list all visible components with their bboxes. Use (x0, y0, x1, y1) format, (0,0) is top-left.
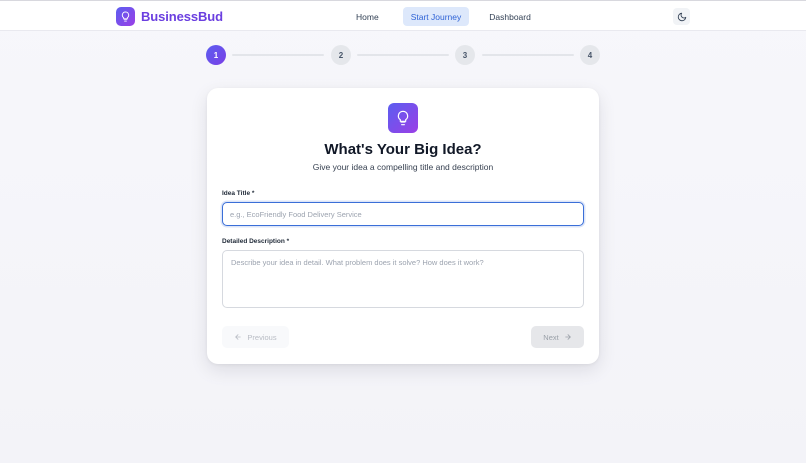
step-2: 2 (331, 45, 351, 65)
lightbulb-icon (388, 103, 418, 133)
theme-toggle-button[interactable] (673, 8, 690, 25)
progress-stepper: 1 2 3 4 (206, 45, 600, 65)
arrow-left-icon (235, 334, 242, 340)
nav-dashboard[interactable]: Dashboard (481, 7, 539, 26)
step-3: 3 (455, 45, 475, 65)
step-connector (357, 54, 449, 56)
step-connector (232, 54, 324, 56)
idea-form-card: What's Your Big Idea? Give your idea a c… (207, 88, 599, 364)
moon-icon (677, 12, 686, 21)
main-nav: Home Start Journey Dashboard (348, 7, 539, 26)
brand[interactable]: BusinessBud (116, 6, 223, 26)
step-connector (482, 54, 574, 56)
description-textarea[interactable] (222, 250, 584, 308)
previous-button-label: Previous (247, 332, 277, 342)
previous-button[interactable]: Previous (222, 326, 289, 348)
nav-start-journey[interactable]: Start Journey (402, 7, 470, 26)
arrow-right-icon (564, 334, 571, 340)
idea-title-input[interactable] (222, 202, 584, 226)
top-nav-bar: BusinessBud Home Start Journey Dashboard (0, 0, 806, 31)
step-1: 1 (206, 45, 226, 65)
card-subtitle: Give your idea a compelling title and de… (312, 162, 494, 172)
next-button[interactable]: Next (531, 326, 584, 348)
step-4: 4 (580, 45, 600, 65)
idea-title-label: Idea Title * (222, 190, 255, 197)
card-title: What's Your Big Idea? (324, 141, 482, 158)
brand-name: BusinessBud (141, 8, 223, 24)
next-button-label: Next (543, 332, 559, 342)
description-label: Detailed Description * (222, 238, 290, 245)
nav-home[interactable]: Home (348, 7, 387, 26)
lightbulb-icon (116, 6, 135, 26)
